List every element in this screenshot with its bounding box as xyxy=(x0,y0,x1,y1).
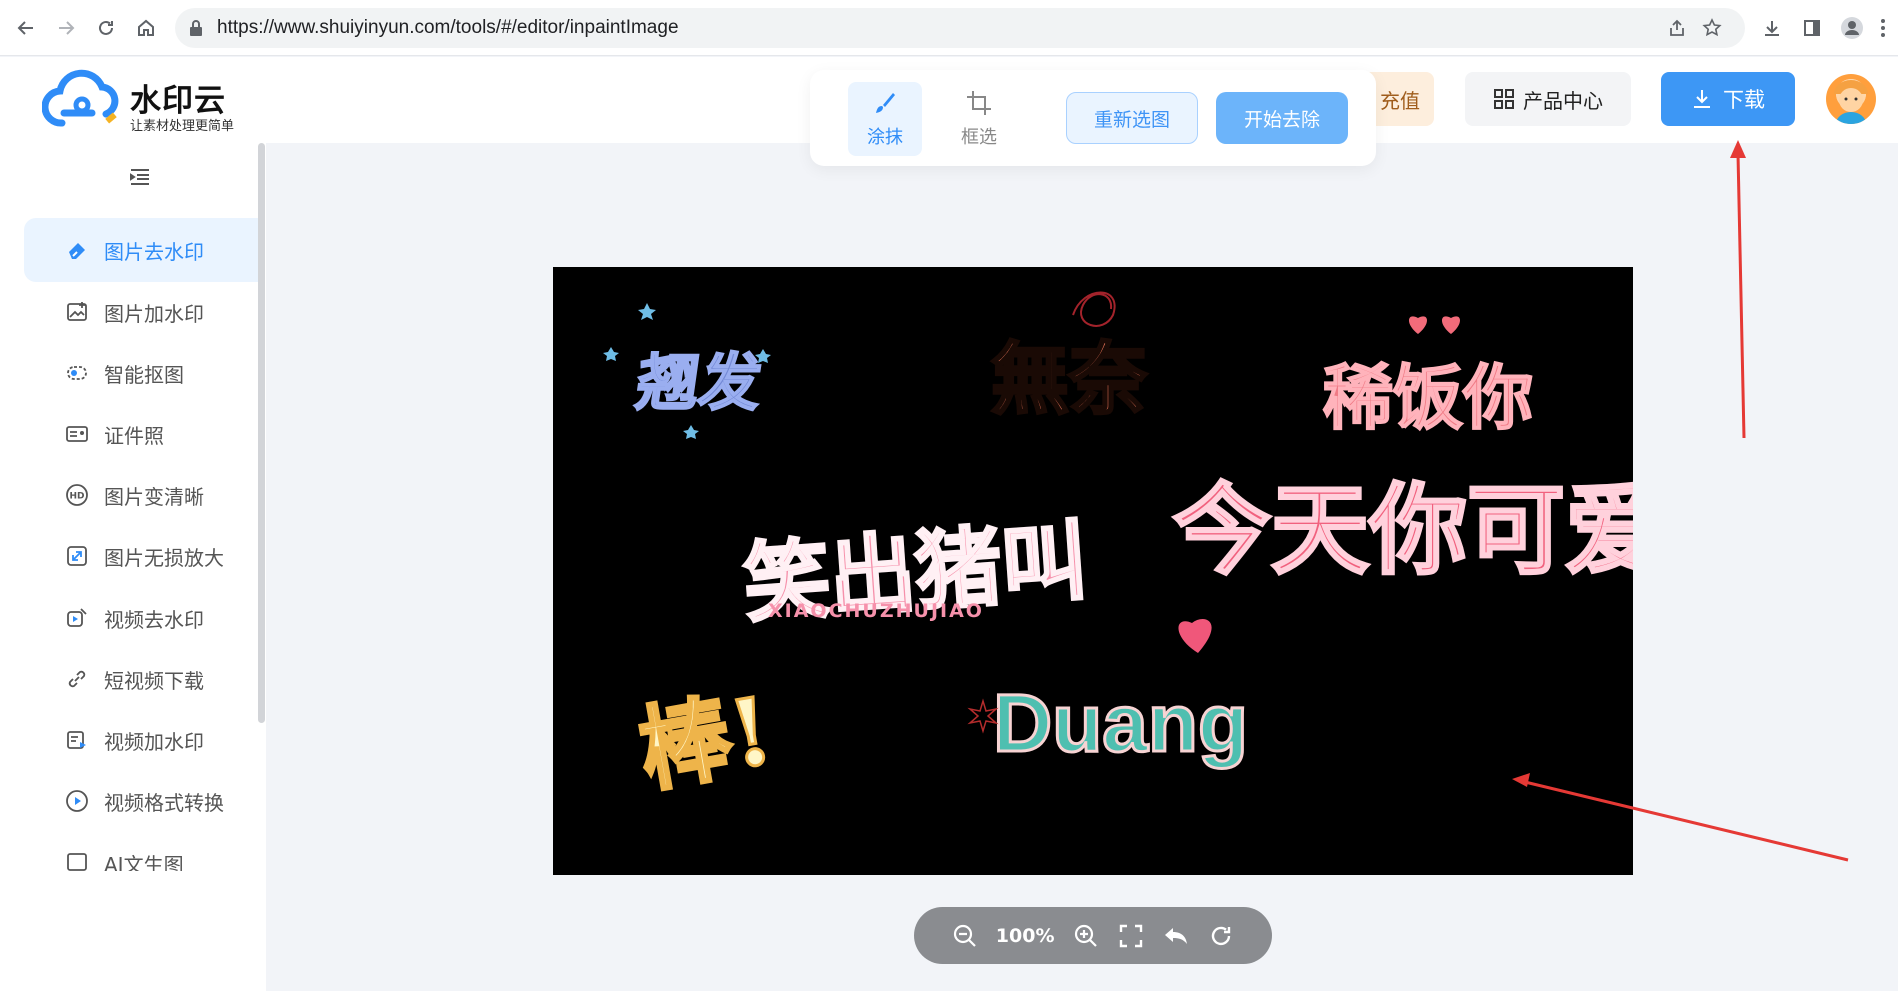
sidebar-item-video-watermark-removal[interactable]: 视频去水印 xyxy=(24,586,258,650)
link-icon xyxy=(64,666,90,692)
share-icon[interactable] xyxy=(1665,16,1689,40)
sidebar-item-lossless-enlarge[interactable]: 图片无损放大 xyxy=(24,524,258,588)
heart-art xyxy=(1178,618,1212,653)
hd-icon: HD xyxy=(64,482,90,508)
sidebar-item-video-add-watermark[interactable]: 视频加水印 xyxy=(24,708,258,772)
sidebar-item-image-sharpen[interactable]: HD 图片变清晰 xyxy=(24,463,258,527)
sidebar-item-smart-cutout[interactable]: 智能抠图 xyxy=(24,341,258,405)
image-add-icon xyxy=(64,299,90,325)
sidebar-item-label: 视频格式转换 xyxy=(104,790,224,815)
sidebar-item-ai-text-to-image[interactable]: AI文生图 xyxy=(24,831,258,871)
lock-icon xyxy=(190,20,202,36)
address-bar[interactable]: https://www.shuiyinyun.com/tools/#/edito… xyxy=(175,8,1745,48)
zoom-in-icon[interactable] xyxy=(1072,922,1100,950)
art-text: 翘发 xyxy=(631,345,767,420)
product-center-label: 产品中心 xyxy=(1523,88,1603,113)
sidebar-item-label: 短视频下载 xyxy=(104,668,204,693)
editor-toolbar: 涂抹 框选 重新选图 开始去除 xyxy=(810,70,1376,166)
sidebar-item-label: 图片加水印 xyxy=(104,301,204,326)
side-panel-icon[interactable] xyxy=(1796,12,1828,44)
video-eraser-icon xyxy=(64,605,90,631)
collapse-menu-icon[interactable] xyxy=(128,165,152,189)
sidebar-item-label: 证件照 xyxy=(104,423,164,448)
sidebar-item-id-photo[interactable]: 证件照 xyxy=(24,402,258,466)
box-select-tool[interactable]: 框选 xyxy=(942,82,1016,156)
sidebar-item-label: 图片无损放大 xyxy=(104,545,224,570)
brush-tool[interactable]: 涂抹 xyxy=(848,82,922,156)
reload-icon[interactable] xyxy=(90,12,122,44)
id-card-icon xyxy=(64,421,90,447)
sidebar-item-label: 图片变清晰 xyxy=(104,484,204,509)
cloud-logo-icon xyxy=(42,69,119,127)
product-center-button[interactable]: 产品中心 xyxy=(1465,72,1631,126)
art-text: 稀饭你 xyxy=(1322,356,1534,440)
undo-icon[interactable] xyxy=(1162,922,1190,950)
user-avatar[interactable] xyxy=(1826,74,1876,124)
reselect-image-button[interactable]: 重新选图 xyxy=(1066,92,1198,144)
cutout-icon xyxy=(64,360,90,386)
start-removal-button[interactable]: 开始去除 xyxy=(1216,92,1348,144)
sidebar-scrollbar[interactable] xyxy=(258,143,265,723)
sidebar-item-short-video-download[interactable]: 短视频下载 xyxy=(24,647,258,711)
sidebar-item-label: 视频去水印 xyxy=(104,607,204,632)
sidebar-item-image-watermark-removal[interactable]: 图片去水印 xyxy=(24,218,258,282)
zoom-out-icon[interactable] xyxy=(951,922,979,950)
burst-art xyxy=(967,698,999,734)
brush-label: 涂抹 xyxy=(867,127,903,148)
avatar-face-icon xyxy=(1834,80,1868,124)
menu-dots-icon[interactable] xyxy=(1874,12,1892,44)
zoom-level: 100% xyxy=(995,924,1055,947)
downloads-icon[interactable] xyxy=(1756,12,1788,44)
back-icon[interactable] xyxy=(10,12,42,44)
arrow-to-download xyxy=(1736,153,1746,439)
download-button[interactable]: 下载 xyxy=(1661,72,1795,126)
box-select-label: 框选 xyxy=(961,127,997,148)
grid-icon xyxy=(1494,89,1514,109)
sidebar-item-label: AI文生图 xyxy=(104,853,184,871)
art-text: 今天你可爱 xyxy=(1171,474,1633,588)
crop-icon xyxy=(967,91,991,115)
download-label: 下载 xyxy=(1723,88,1765,112)
hearts-art xyxy=(1408,316,1461,334)
brush-icon xyxy=(876,93,895,113)
enlarge-icon xyxy=(64,543,90,569)
play-circle-icon xyxy=(64,788,90,814)
video-add-icon xyxy=(64,727,90,753)
fit-screen-icon[interactable] xyxy=(1117,922,1145,950)
sidebar-item-label: 智能抠图 xyxy=(104,362,184,387)
star-icon[interactable] xyxy=(1700,16,1724,40)
sidebar-item-image-add-watermark[interactable]: 图片加水印 xyxy=(24,280,258,344)
art-text: XIAOCHUZHUJIAO xyxy=(768,600,984,622)
eraser-icon xyxy=(64,237,90,263)
profile-icon[interactable] xyxy=(1836,12,1868,44)
editing-canvas[interactable]: 翘发 無奈 稀饭你 笑出猪叫 XIAOCHUZHUJIAO 今天你可爱 棒! D… xyxy=(553,267,1633,875)
download-icon xyxy=(1694,90,1710,108)
forward-icon[interactable] xyxy=(50,12,82,44)
sidebar-item-video-format-convert[interactable]: 视频格式转换 xyxy=(24,769,258,833)
url-text: https://www.shuiyinyun.com/tools/#/edito… xyxy=(217,17,679,38)
sidebar-item-label: 图片去水印 xyxy=(104,239,204,264)
browser-toolbar: https://www.shuiyinyun.com/tools/#/edito… xyxy=(0,0,1898,56)
zoom-controls: 100% xyxy=(914,907,1272,964)
art-text: 無奈 xyxy=(989,333,1148,427)
ai-image-icon xyxy=(64,849,90,871)
art-text: Duang xyxy=(991,677,1249,771)
logo-subtitle: 让素材处理更简单 xyxy=(130,119,235,134)
svg-text:HD: HD xyxy=(69,492,84,502)
sidebar: 图片去水印 图片加水印 智能抠图 证件照 HD 图片变清晰 图片无损放大 视频去… xyxy=(0,143,266,991)
art-text: 棒! xyxy=(629,675,781,807)
home-icon[interactable] xyxy=(130,12,162,44)
logo[interactable]: 水印云 让素材处理更简单 xyxy=(42,69,242,134)
sidebar-item-label: 视频加水印 xyxy=(104,729,204,754)
logo-title: 水印云 xyxy=(130,83,226,119)
reset-icon[interactable] xyxy=(1207,922,1235,950)
